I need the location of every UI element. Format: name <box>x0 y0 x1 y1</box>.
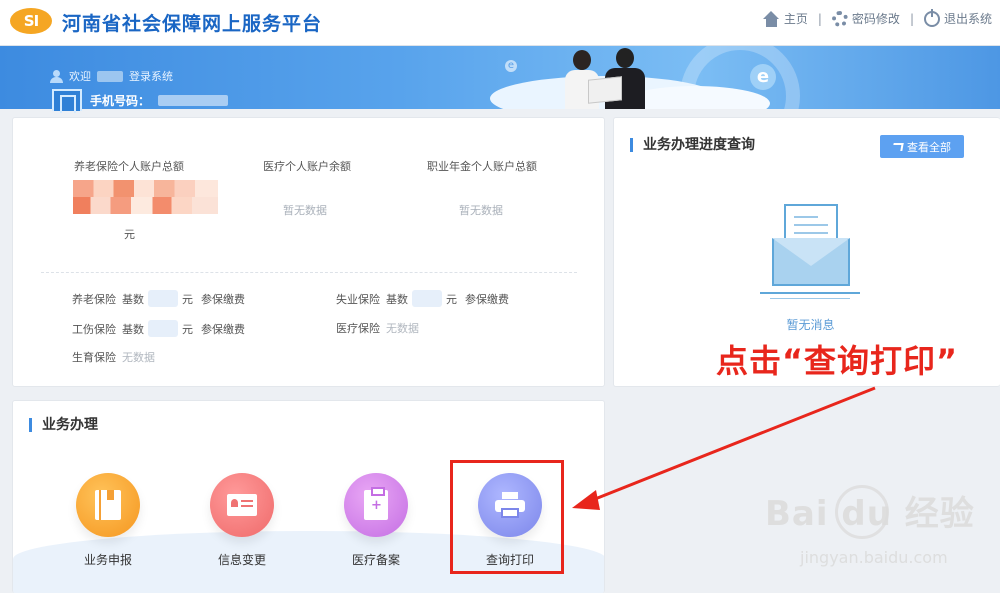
phone-icon <box>52 89 82 113</box>
maternity-insurance-row: 生育保险 无数据 <box>72 349 155 365</box>
injury-insurance-row: 工伤保险 基数 元 参保缴费 <box>72 320 245 337</box>
insurance-name: 工伤保险 <box>72 322 116 336</box>
account-summary-card: 养老保险个人账户总额 医疗个人账户余额 职业年金个人账户总额 元 暂无数据 暂无… <box>12 117 605 387</box>
medical-account-value: 暂无数据 <box>283 204 327 217</box>
annuity-account-value: 暂无数据 <box>459 204 503 217</box>
phone-label: 手机号码： <box>90 93 151 108</box>
share-arrow-icon <box>892 142 904 151</box>
redacted-base-amount <box>148 320 178 337</box>
base-label: 基数 <box>122 322 144 336</box>
pension-insurance-row: 养老保险 基数 元 参保缴费 <box>72 290 245 307</box>
insurance-name: 生育保险 <box>72 351 116 364</box>
baidu-watermark: Bai du 经验 <box>765 494 975 534</box>
business-declaration-button[interactable]: 业务申报 <box>63 473 153 568</box>
book-icon <box>95 490 121 520</box>
pension-account-title: 养老保险个人账户总额 <box>74 160 184 173</box>
medical-account-title: 医疗个人账户余额 <box>263 160 351 173</box>
redacted-pension-amount <box>73 180 218 214</box>
empty-mail-icon <box>760 204 860 304</box>
site-title: 河南省社会保障网上服务平台 <box>62 13 323 35</box>
link-separator: | <box>909 11 914 26</box>
home-link-label: 主页 <box>783 12 808 26</box>
redacted-base-amount <box>148 290 178 307</box>
business-declaration-label: 业务申报 <box>83 553 132 567</box>
base-label: 基数 <box>122 292 144 306</box>
pension-unit: 元 <box>124 228 135 241</box>
home-link[interactable]: 主页 <box>762 10 808 27</box>
status-label: 参保缴费 <box>201 322 245 336</box>
link-separator: | <box>817 11 822 26</box>
medical-filing-circle <box>344 473 408 537</box>
phone-row: 手机号码： <box>52 89 229 113</box>
status-label: 参保缴费 <box>465 292 509 306</box>
change-password-link[interactable]: 密码修改 <box>831 10 900 27</box>
clipboard-plus-icon <box>364 487 388 520</box>
redacted-base-amount <box>412 290 442 307</box>
annuity-account-title: 职业年金个人账户总额 <box>427 160 537 173</box>
business-declaration-circle <box>76 473 140 537</box>
base-label: 基数 <box>386 292 408 306</box>
medical-filing-button[interactable]: 医疗备案 <box>331 473 421 568</box>
banner-people-illustration <box>560 46 650 109</box>
info-change-button[interactable]: 信息变更 <box>197 473 287 568</box>
info-change-label: 信息变更 <box>217 553 266 567</box>
redacted-phone <box>158 94 229 106</box>
instruction-annotation: 点击“查询打印” <box>716 342 959 380</box>
empty-message-text: 暂无消息 <box>786 318 835 332</box>
top-links: 主页 | 密码修改 | 退出系统 <box>762 8 992 27</box>
ie-logo-decoration: e <box>505 60 517 72</box>
info-change-circle <box>210 473 274 537</box>
unit-label: 元 <box>182 322 193 336</box>
change-password-label: 密码修改 <box>851 12 900 26</box>
site-logo[interactable]: SI <box>10 8 52 34</box>
unit-label: 元 <box>182 292 193 306</box>
id-card-icon <box>227 494 257 516</box>
logout-link[interactable]: 退出系统 <box>923 8 992 27</box>
status-label: 无数据 <box>386 322 419 335</box>
power-icon <box>923 8 940 27</box>
home-icon <box>762 10 780 27</box>
view-all-button[interactable]: 查看全部 <box>880 135 964 158</box>
welcome-text: 欢迎 登录系统 <box>50 68 173 84</box>
logout-label: 退出系统 <box>943 12 992 26</box>
insurance-name: 失业保险 <box>336 292 380 306</box>
business-title: 业务办理 <box>29 418 98 432</box>
ie-logo-decoration: e <box>750 64 776 90</box>
view-all-label: 查看全部 <box>907 140 951 154</box>
user-icon <box>50 69 63 83</box>
progress-title: 业务办理进度查询 <box>630 138 755 152</box>
query-print-highlight <box>450 460 564 574</box>
insurance-name: 医疗保险 <box>336 322 380 335</box>
welcome-suffix: 登录系统 <box>129 70 173 83</box>
watermark-url: jingyan.baidu.com <box>800 548 948 567</box>
top-bar: SI 河南省社会保障网上服务平台 主页 | 密码修改 | 退出系统 <box>0 0 1000 46</box>
status-label: 无数据 <box>122 351 155 364</box>
medical-filing-label: 医疗备案 <box>351 553 400 567</box>
redacted-username <box>97 70 123 82</box>
divider <box>41 272 577 273</box>
insurance-name: 养老保险 <box>72 292 116 306</box>
unit-label: 元 <box>446 292 457 306</box>
gear-icon <box>831 10 848 27</box>
status-label: 参保缴费 <box>201 292 245 306</box>
welcome-prefix: 欢迎 <box>69 70 91 83</box>
medical-insurance-row: 医疗保险 无数据 <box>336 320 419 336</box>
unemployment-insurance-row: 失业保险 基数 元 参保缴费 <box>336 290 509 307</box>
